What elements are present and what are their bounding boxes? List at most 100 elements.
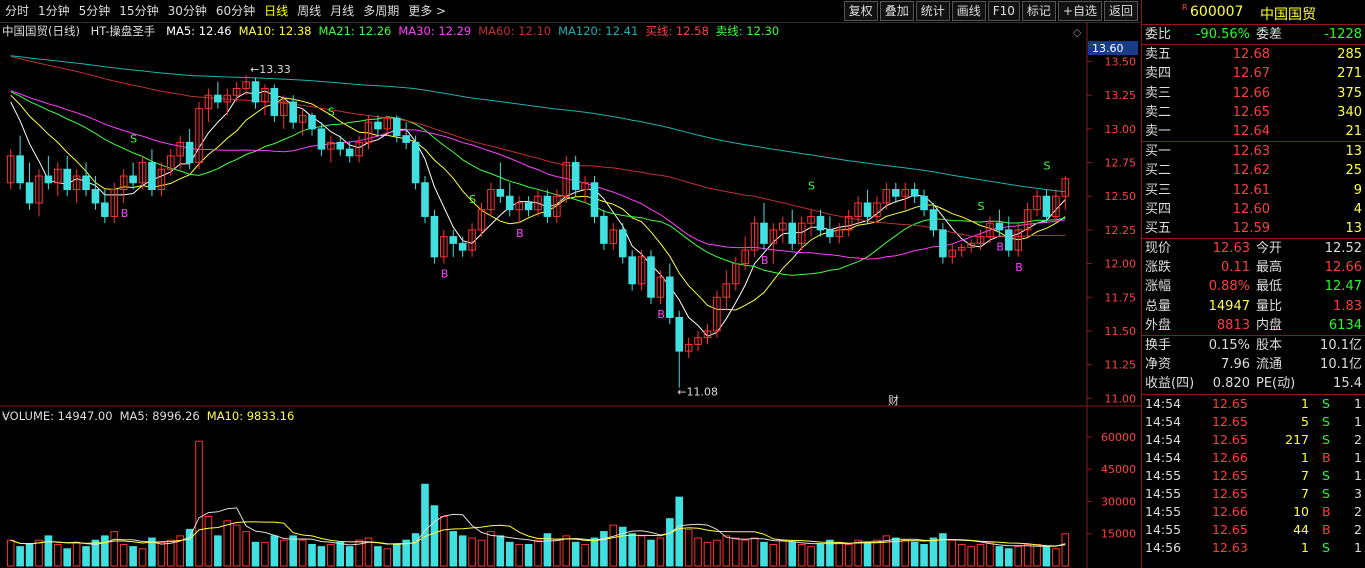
- candle-body: [44, 175, 53, 184]
- volume-bar: [788, 541, 797, 567]
- period-tab-4[interactable]: 30分钟: [165, 2, 210, 21]
- volume-bar: [1014, 546, 1023, 567]
- tick-time: 14:55: [1145, 503, 1182, 519]
- buy-signal: B: [657, 308, 665, 321]
- tick-row[interactable]: 14:55 12.65 7 S 3: [1142, 485, 1365, 503]
- tick-row[interactable]: 14:55 12.65 44 B 2: [1142, 521, 1365, 539]
- tick-row[interactable]: 14:54 12.66 1 B 1: [1142, 449, 1365, 467]
- formula-name[interactable]: HT-操盘圣手: [91, 24, 156, 38]
- volume-bar: [477, 539, 486, 567]
- fundamental-value: 7.96: [1221, 357, 1250, 373]
- tick-qty: 44: [1293, 521, 1309, 537]
- tick-price: 12.65: [1212, 521, 1248, 537]
- buy-signal: B: [1015, 261, 1023, 274]
- volume-bar: [270, 535, 279, 567]
- volume-bar: [995, 546, 1004, 567]
- indicator-value-1: MA10: 12.38: [238, 24, 312, 38]
- tick-row[interactable]: 14:55 12.65 7 S 1: [1142, 467, 1365, 485]
- stat-label: 内盘: [1256, 317, 1283, 333]
- volume-bar: [844, 543, 853, 567]
- volume-bar: [35, 539, 43, 567]
- volume-bar: [336, 541, 345, 567]
- volume-bar: [741, 539, 749, 567]
- asks-qty: 285: [1337, 47, 1362, 63]
- price-axis-label-10: 11.00: [1105, 392, 1137, 405]
- volume-bar: [656, 537, 665, 567]
- tool-button-1[interactable]: 叠加: [879, 1, 914, 21]
- asks-price: 12.67: [1232, 66, 1270, 82]
- period-tab-3[interactable]: 15分钟: [116, 2, 161, 21]
- volume-bar: [628, 533, 636, 567]
- period-tab-1[interactable]: 1分钟: [35, 2, 73, 21]
- candle-body: [251, 81, 260, 103]
- candle-body: [929, 209, 938, 231]
- stat-value: 12.47: [1324, 279, 1362, 295]
- tick-row[interactable]: 14:54 12.65 1 S 1: [1142, 395, 1365, 413]
- candle-body: [1005, 229, 1013, 251]
- period-tab-2[interactable]: 5分钟: [76, 2, 114, 21]
- price-axis-label-0: 13.50: [1105, 56, 1137, 69]
- period-tab-7[interactable]: 周线: [294, 2, 324, 21]
- tick-row[interactable]: 14:56 12.63 1 S 1: [1142, 539, 1365, 557]
- tick-direction: B: [1322, 521, 1331, 537]
- volume-bar: [863, 541, 872, 567]
- volume-indicator-legend: VOLUME: 14947.00 MA5: 8996.26 MA10: 9833.1…: [2, 408, 308, 424]
- tool-button-6[interactable]: +自选: [1057, 1, 1102, 21]
- fundamental-value: 10.1亿: [1320, 338, 1362, 353]
- volume-bar: [430, 505, 439, 567]
- tick-time: 14:55: [1145, 467, 1182, 483]
- tick-qty: 7: [1301, 485, 1309, 501]
- bids-row: 买五 12.59 13: [1142, 219, 1365, 238]
- sell-signal: S: [978, 200, 985, 213]
- indicator-value-5: MA120: 12.41: [558, 24, 639, 38]
- tool-button-7[interactable]: 返回: [1103, 1, 1138, 21]
- tick-time: 14:55: [1145, 521, 1182, 537]
- price-axis-label-2: 13.00: [1105, 123, 1137, 136]
- volume-bar: [63, 548, 71, 567]
- fundamental-row: 换手 0.15% 股本 10.1亿: [1142, 336, 1365, 355]
- volume-bar: [666, 518, 674, 567]
- tool-button-4[interactable]: F10: [987, 1, 1020, 21]
- stat-row: 总量 14947 量比 1.83: [1142, 297, 1365, 316]
- volume-bar: [129, 546, 137, 567]
- kline-chart[interactable]: 13.50 13.25 13.00 12.75 12.50 12.25 12.00 11.75…: [0, 0, 1141, 568]
- fundamental-label: 流通: [1256, 357, 1283, 373]
- tick-price: 12.65: [1212, 485, 1248, 501]
- candle-body: [91, 189, 100, 204]
- tick-qty: 10: [1293, 503, 1309, 519]
- indicator-value-4: MA60: 12.10: [478, 24, 552, 38]
- tick-row[interactable]: 14:55 12.66 10 B 2: [1142, 503, 1365, 521]
- tick-row[interactable]: 14:54 12.65 5 S 1: [1142, 413, 1365, 431]
- period-tab-9[interactable]: 多周期: [360, 2, 402, 21]
- tick-list[interactable]: 14:54 12.65 1 S 1 14:54 12.65 5 S 1 14:54 12.65 217 S…: [1142, 395, 1365, 557]
- period-tab-10[interactable]: 更多 >: [405, 2, 449, 21]
- tick-row[interactable]: 14:54 12.65 217 S 2: [1142, 431, 1365, 449]
- order-ratio-row: 委比 -90.56% 委差 -1228: [1142, 25, 1365, 44]
- diamond-icon: ◇: [1073, 26, 1082, 39]
- tool-button-0[interactable]: 复权: [843, 1, 878, 21]
- period-tab-6[interactable]: 日线: [261, 2, 291, 21]
- volume-indicator-value-2: MA10: 9833.16: [206, 409, 295, 423]
- candle-body: [600, 215, 608, 244]
- bids-label: 买四: [1145, 201, 1172, 217]
- bids-row: 买一 12.63 13: [1142, 142, 1365, 161]
- tick-direction: S: [1322, 431, 1330, 447]
- price-axis-label-5: 12.25: [1105, 224, 1137, 237]
- candle-body: [392, 117, 401, 137]
- quote-title: R 600007 中国国贸: [1142, 0, 1365, 25]
- fundamental-label: 净资: [1145, 357, 1172, 373]
- volume-bar: [392, 543, 401, 567]
- period-tab-0[interactable]: 分时: [2, 2, 32, 21]
- asks-label: 卖五: [1145, 47, 1172, 63]
- tool-button-2[interactable]: 统计: [915, 1, 950, 21]
- tick-direction: S: [1322, 467, 1330, 483]
- asks-qty: 375: [1337, 85, 1362, 101]
- tool-button-3[interactable]: 画线: [951, 1, 986, 21]
- volume-bar: [986, 541, 994, 567]
- period-tab-5[interactable]: 60分钟: [213, 2, 258, 21]
- bids-row: 买四 12.60 4: [1142, 200, 1365, 219]
- period-tab-8[interactable]: 月线: [327, 2, 357, 21]
- candle-body: [449, 236, 458, 244]
- tool-button-5[interactable]: 标记: [1021, 1, 1056, 21]
- tick-time: 14:55: [1145, 485, 1182, 501]
